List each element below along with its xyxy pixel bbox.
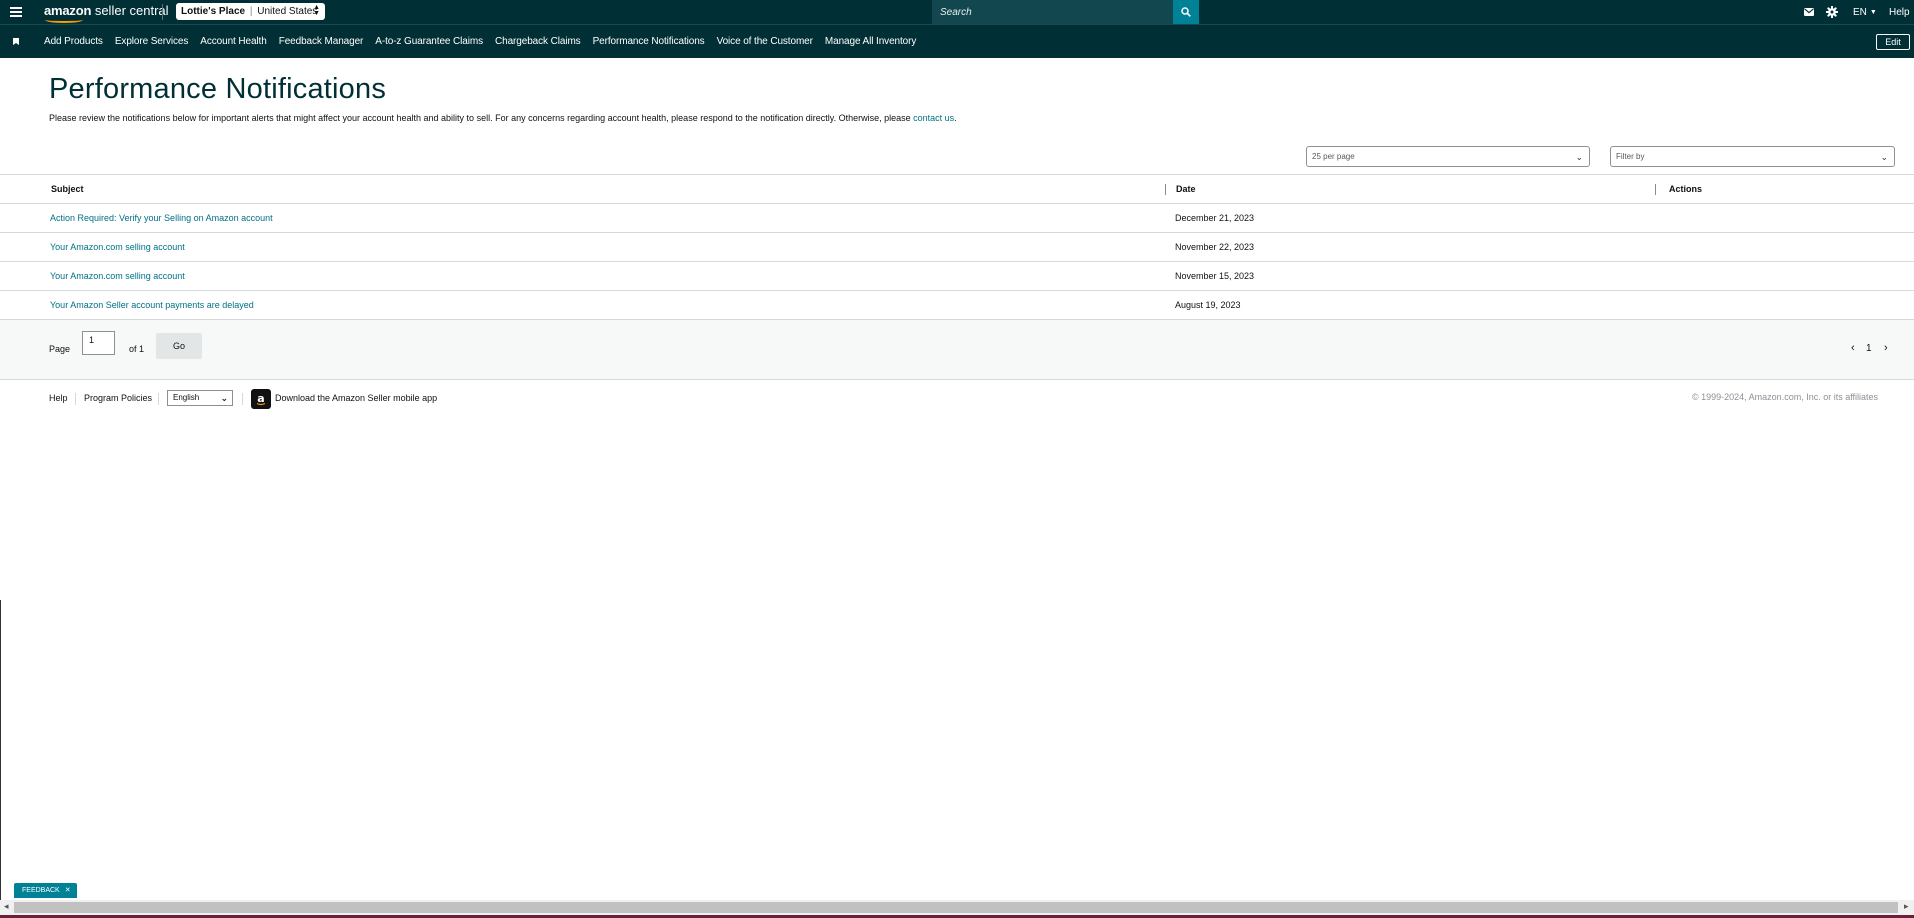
chevron-down-icon: ⌄: [1880, 152, 1888, 162]
column-resize-handle[interactable]: [1165, 184, 1166, 195]
account-separator: |: [249, 6, 253, 17]
notification-date: November 22, 2023: [1175, 242, 1255, 252]
notifications-table: Subject Date Actions Action Required: Ve…: [0, 174, 1914, 320]
account-name: Lottie's Place: [181, 6, 246, 17]
go-button[interactable]: Go: [156, 333, 202, 359]
mail-icon: [1804, 8, 1814, 16]
horizontal-scrollbar[interactable]: ◂ ▸: [0, 900, 1914, 915]
up-down-chevron-icon: ▲ ▼: [313, 4, 320, 17]
nav-performance-notifications[interactable]: Performance Notifications: [593, 36, 705, 47]
notification-subject-link[interactable]: Your Amazon.com selling account: [50, 262, 185, 290]
logo-divider: [162, 4, 163, 20]
nav-bar: Add Products Explore Services Account He…: [0, 24, 1914, 58]
notification-subject-link[interactable]: Your Amazon Seller account payments are …: [50, 291, 254, 319]
logo-smile-icon: [45, 17, 83, 23]
account-region: United States: [257, 6, 318, 17]
footer-help-link[interactable]: Help: [49, 393, 68, 403]
logo-brand: amazon: [44, 3, 92, 18]
feedback-tab[interactable]: FEEDBACK ✕: [14, 883, 77, 898]
per-page-value: 25 per page: [1312, 152, 1355, 161]
chevron-down-icon: ▼: [1869, 8, 1877, 16]
table-row: Your Amazon.com selling account November…: [0, 262, 1914, 291]
edit-nav-button[interactable]: Edit: [1876, 34, 1910, 50]
language-switcher[interactable]: EN ▼: [1853, 0, 1877, 24]
nav-a-to-z-claims[interactable]: A-to-z Guarantee Claims: [375, 36, 483, 47]
nav-feedback-manager[interactable]: Feedback Manager: [279, 36, 364, 47]
nav-voice-of-customer[interactable]: Voice of the Customer: [717, 36, 813, 47]
scroll-right-icon[interactable]: ▸: [1904, 901, 1909, 912]
search-button[interactable]: [1173, 0, 1199, 24]
page-number-input[interactable]: [82, 331, 115, 355]
gear-icon: [1826, 6, 1838, 18]
pagination-bar: Page of 1 Go ‹ 1 ›: [0, 320, 1914, 380]
scroll-left-icon[interactable]: ◂: [4, 901, 9, 912]
table-row: Action Required: Verify your Selling on …: [0, 204, 1914, 233]
footer-divider: [242, 393, 243, 405]
previous-page-icon[interactable]: ‹: [1851, 342, 1855, 354]
footer-divider: [158, 393, 159, 405]
per-page-select[interactable]: 25 per page ⌄: [1306, 146, 1590, 167]
nav-items: Add Products Explore Services Account He…: [44, 25, 928, 58]
filter-by-placeholder: Filter by: [1616, 152, 1645, 161]
table-row: Your Amazon.com selling account November…: [0, 233, 1914, 262]
footer-language-value: English: [173, 393, 200, 402]
logo-product: seller central: [94, 3, 169, 18]
table-header: Subject Date Actions: [0, 174, 1914, 204]
nav-chargeback-claims[interactable]: Chargeback Claims: [495, 36, 581, 47]
nav-add-products[interactable]: Add Products: [44, 36, 103, 47]
page-title: Performance Notifications: [49, 73, 387, 105]
nav-account-health[interactable]: Account Health: [200, 36, 267, 47]
menu-icon[interactable]: [10, 5, 22, 19]
feedback-label: FEEDBACK: [22, 887, 60, 894]
notification-date: August 19, 2023: [1175, 300, 1241, 310]
seller-central-logo[interactable]: amazon seller central: [44, 3, 169, 23]
column-header-date[interactable]: Date: [1176, 175, 1196, 203]
table-row: Your Amazon Seller account payments are …: [0, 291, 1914, 320]
column-header-actions: Actions: [1669, 184, 1703, 194]
amazon-a-icon: a: [256, 392, 266, 406]
notification-date: November 15, 2023: [1175, 271, 1255, 281]
intro-text: Please review the notifications below fo…: [49, 113, 957, 123]
chevron-down-icon: ⌄: [220, 393, 228, 403]
page-label: Page: [49, 344, 71, 354]
column-resize-handle[interactable]: [1655, 184, 1656, 195]
search-icon: [1181, 7, 1191, 17]
column-header-subject[interactable]: Subject: [51, 175, 84, 203]
settings-button[interactable]: [1826, 0, 1838, 24]
close-icon[interactable]: ✕: [65, 887, 71, 894]
window-edge: [0, 600, 1, 900]
language-label: EN: [1853, 6, 1867, 18]
footer-divider: [75, 393, 76, 405]
help-link[interactable]: Help: [1889, 0, 1910, 24]
filter-by-select[interactable]: Filter by ⌄: [1610, 146, 1895, 167]
page-of-label: of 1: [129, 344, 145, 354]
intro-body: Please review the notifications below fo…: [49, 113, 914, 123]
nav-manage-inventory[interactable]: Manage All Inventory: [825, 36, 916, 47]
contact-us-link[interactable]: contact us: [913, 113, 954, 123]
messages-button[interactable]: [1804, 0, 1814, 24]
top-bar: amazon seller central Lottie's Place | U…: [0, 0, 1914, 24]
current-page-number[interactable]: 1: [1866, 343, 1872, 354]
notification-date: December 21, 2023: [1175, 213, 1255, 223]
amazon-app-icon[interactable]: a: [251, 389, 271, 409]
notification-subject-link[interactable]: Your Amazon.com selling account: [50, 233, 185, 261]
svg-text:a: a: [257, 392, 264, 405]
next-page-icon[interactable]: ›: [1884, 342, 1888, 354]
nav-explore-services[interactable]: Explore Services: [115, 36, 189, 47]
scrollbar-thumb[interactable]: [14, 902, 1898, 913]
program-policies-link[interactable]: Program Policies: [84, 393, 152, 403]
chevron-down-icon: ⌄: [1575, 152, 1583, 162]
account-switcher[interactable]: Lottie's Place | United States ▲ ▼: [176, 3, 325, 20]
intro-end: .: [954, 113, 957, 123]
bookmark-icon[interactable]: [13, 38, 19, 45]
footer: Help Program Policies English ⌄ a Downlo…: [0, 380, 1914, 420]
search-input[interactable]: [932, 0, 1173, 24]
download-app-link[interactable]: Download the Amazon Seller mobile app: [275, 393, 437, 403]
copyright-text: © 1999-2024, Amazon.com, Inc. or its aff…: [1692, 392, 1879, 402]
notification-subject-link[interactable]: Action Required: Verify your Selling on …: [50, 204, 273, 232]
footer-language-select[interactable]: English ⌄: [167, 390, 233, 406]
